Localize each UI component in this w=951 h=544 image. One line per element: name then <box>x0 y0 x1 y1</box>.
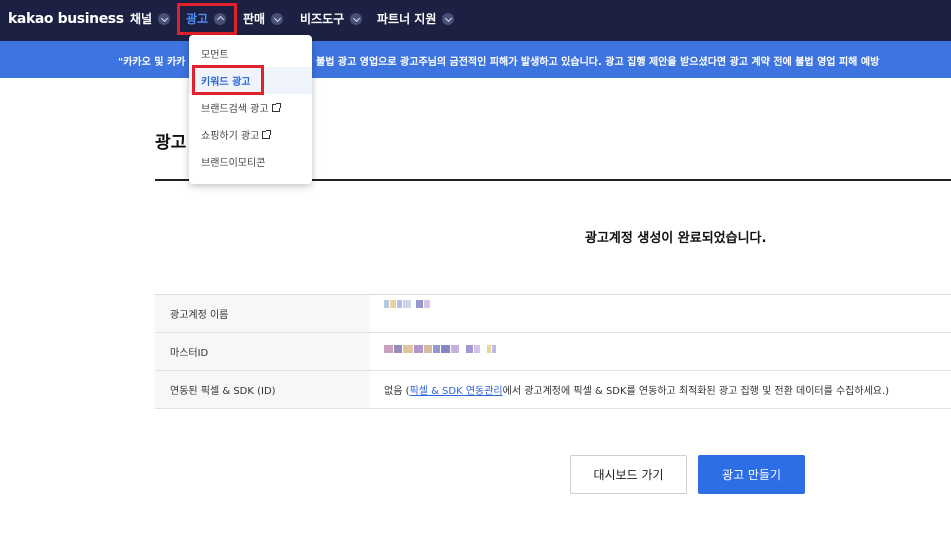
nav-item-label: 비즈도구 <box>300 12 345 26</box>
dropdown-item-moment[interactable]: 모먼트 <box>189 40 312 67</box>
redacted-text <box>384 298 431 309</box>
master-id-value-redacted <box>384 333 497 370</box>
nav-item-label: 채널 <box>130 12 153 26</box>
nav-item-label: 광고 <box>186 12 209 26</box>
dropdown-item-brand-search-ads[interactable]: 브랜드검색 광고 <box>189 94 312 121</box>
chevron-down-icon <box>442 12 455 25</box>
chevron-up-icon <box>214 12 227 25</box>
chevron-down-icon <box>158 12 171 25</box>
ads-dropdown-menu: 모먼트 키워드 광고 브랜드검색 광고 쇼핑하기 광고 브랜드이모티콘 <box>189 35 312 184</box>
pixel-sdk-value-prefix: 없음 ( <box>384 386 410 397</box>
create-ad-button[interactable]: 광고 만들기 <box>698 455 805 494</box>
dropdown-item-label: 키워드 광고 <box>201 77 251 88</box>
redacted-text <box>384 344 497 355</box>
page-title: 광고 <box>155 133 187 153</box>
kakao-business-logo[interactable]: kakao business <box>8 11 124 27</box>
chevron-down-icon <box>350 12 363 25</box>
nav-item-channel[interactable]: 채널 <box>130 0 171 37</box>
pixel-sdk-value-suffix: 에서 광고계정에 픽셀 & SDK를 연동하고 최적화된 광고 집행 및 전환 … <box>502 386 890 397</box>
table-row-account-name: 광고계정 이름 <box>155 295 951 333</box>
notice-banner: "카카오 및 카카 불법 광고 영업으로 광고주님의 금전적인 피해가 발생하고… <box>0 41 951 78</box>
dropdown-item-label: 브랜드이모티콘 <box>201 158 266 169</box>
account-info-table: 광고계정 이름 마스터ID 연동된 픽셀 & SDK (ID) 없음 (픽셀 &… <box>155 294 951 409</box>
row-label: 광고계정 이름 <box>155 295 370 332</box>
row-label: 연동된 픽셀 & SDK (ID) <box>155 371 370 408</box>
chevron-down-icon <box>271 12 284 25</box>
top-navigation-bar: kakao business 채널 광고 판매 비즈도구 파트너 지원 <box>0 0 951 41</box>
dropdown-item-brand-emoticon[interactable]: 브랜드이모티콘 <box>189 148 312 175</box>
go-to-dashboard-button[interactable]: 대시보드 가기 <box>570 455 687 494</box>
dropdown-item-shopping-ads[interactable]: 쇼핑하기 광고 <box>189 121 312 148</box>
external-link-icon <box>271 102 281 112</box>
completion-message: 광고계정 생성이 완료되었습니다. <box>585 231 767 246</box>
dropdown-item-label: 쇼핑하기 광고 <box>201 131 260 142</box>
dropdown-item-label: 브랜드검색 광고 <box>201 104 269 115</box>
account-name-value-redacted <box>384 295 431 332</box>
banner-text-left: "카카오 및 카카 <box>118 57 186 68</box>
nav-item-label: 파트너 지원 <box>377 12 437 26</box>
nav-item-label: 판매 <box>243 12 266 26</box>
table-row-master-id: 마스터ID <box>155 333 951 371</box>
nav-item-biz-tools[interactable]: 비즈도구 <box>300 0 363 37</box>
pixel-sdk-value: 없음 (픽셀 & SDK 연동관리 에서 광고계정에 픽셀 & SDK를 연동하고… <box>384 371 889 408</box>
table-row-pixel-sdk: 연동된 픽셀 & SDK (ID) 없음 (픽셀 & SDK 연동관리 에서 광고… <box>155 371 951 409</box>
nav-item-ads[interactable]: 광고 <box>186 0 227 37</box>
banner-text-right: 불법 광고 영업으로 광고주님의 금전적인 피해가 발생하고 있습니다. 광고 … <box>316 57 880 68</box>
dropdown-item-keyword-ads[interactable]: 키워드 광고 <box>189 67 312 94</box>
row-label: 마스터ID <box>155 333 370 370</box>
nav-item-sales[interactable]: 판매 <box>243 0 284 37</box>
dropdown-item-label: 모먼트 <box>201 50 229 61</box>
external-link-icon <box>262 129 272 139</box>
nav-item-partner-support[interactable]: 파트너 지원 <box>377 0 455 37</box>
pixel-sdk-management-link[interactable]: 픽셀 & SDK 연동관리 <box>409 382 502 397</box>
